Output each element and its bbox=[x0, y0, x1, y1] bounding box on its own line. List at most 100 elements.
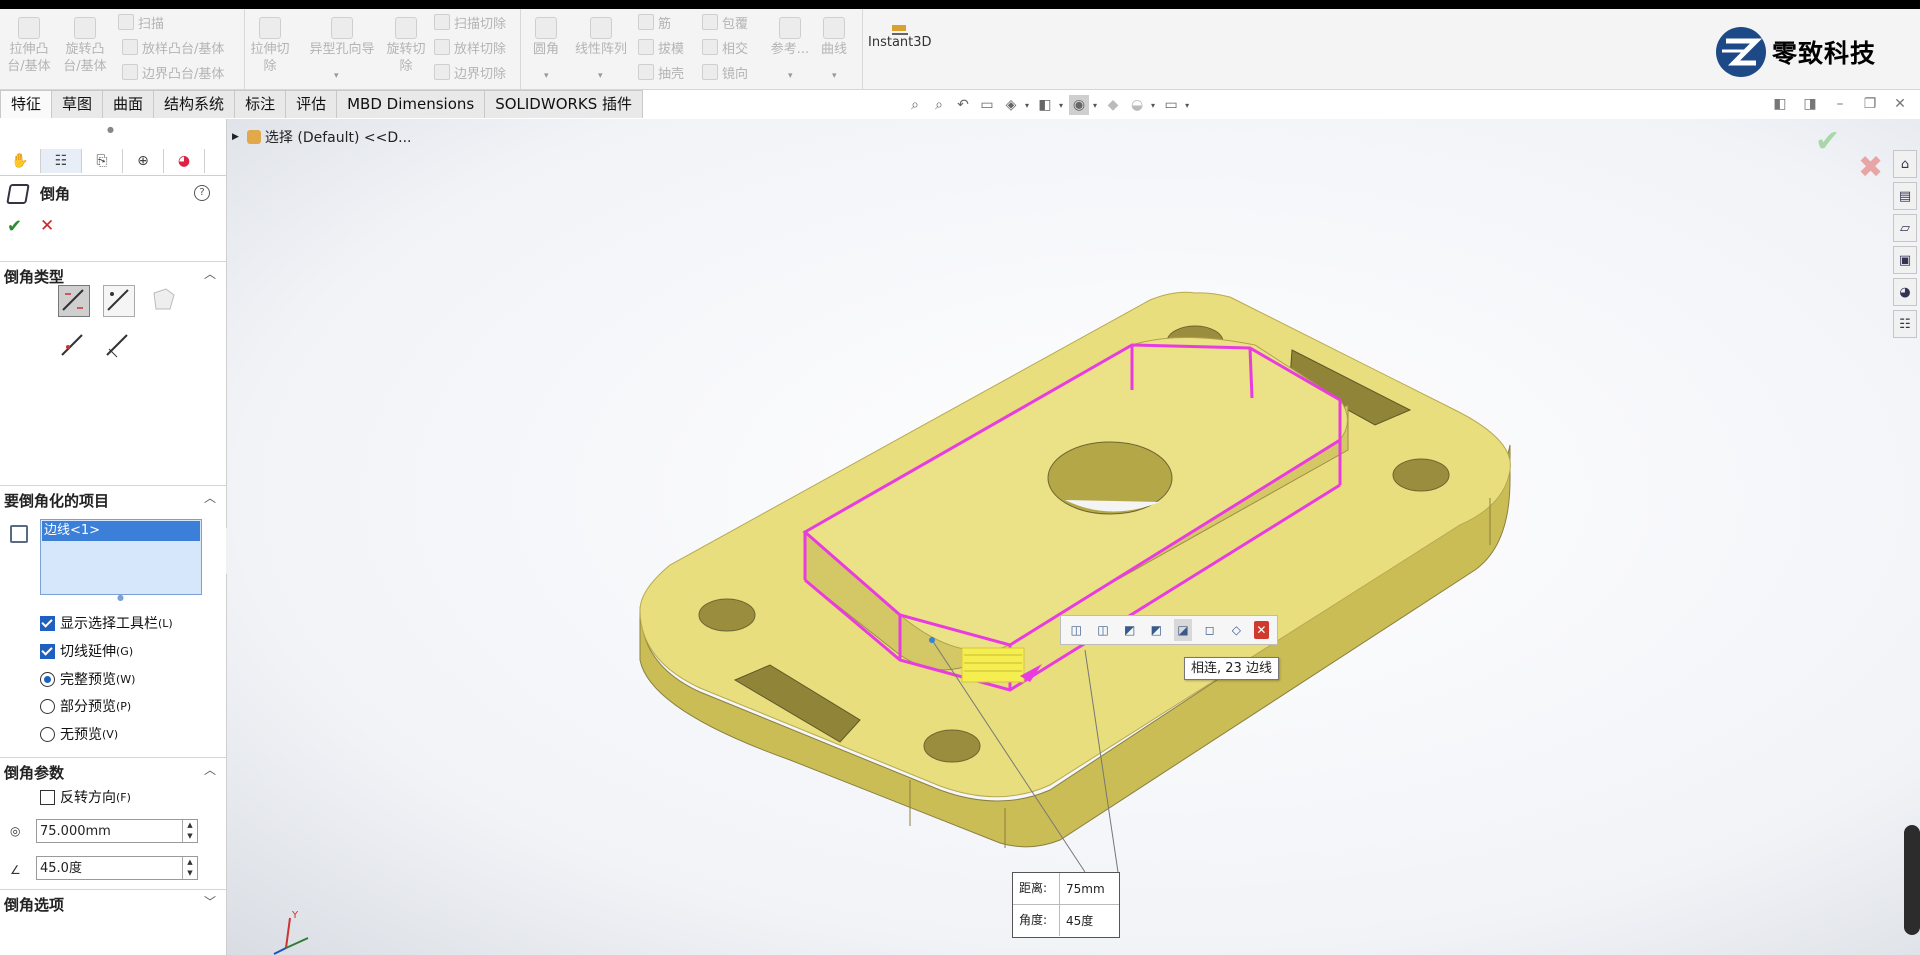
tab-structure-system[interactable]: 结构系统 bbox=[153, 90, 236, 118]
select-partial-loop-icon[interactable]: ◩ bbox=[1120, 619, 1139, 641]
no-preview-radio[interactable] bbox=[40, 726, 55, 742]
view-orientation-dropdown-icon[interactable]: ▾ bbox=[1025, 101, 1029, 110]
select-connected-icon[interactable]: ◪ bbox=[1173, 619, 1193, 641]
flip-direction-checkbox[interactable] bbox=[40, 789, 55, 805]
tab-mbd-dimensions[interactable]: MBD Dimensions bbox=[336, 90, 486, 118]
reference-dropdown-icon[interactable]: ▾ bbox=[788, 71, 793, 81]
pattern-dropdown-icon[interactable]: ▾ bbox=[598, 71, 603, 81]
help-icon[interactable]: ? bbox=[194, 185, 210, 201]
items-section-header[interactable]: 要倒角化的项目 ︿ bbox=[0, 485, 226, 510]
tab-features[interactable]: 特征 bbox=[0, 90, 53, 118]
chamfer-options-section-header[interactable]: 倒角选项 ﹀ bbox=[0, 889, 226, 914]
display-style-dropdown-icon[interactable]: ▾ bbox=[1059, 101, 1063, 110]
selected-items-list[interactable]: 边线<1> bbox=[40, 519, 202, 595]
callout-angle-value[interactable]: 45度 bbox=[1060, 912, 1093, 929]
vertex-type-button[interactable] bbox=[148, 285, 178, 315]
expand-arrow-icon[interactable]: ▶ bbox=[232, 132, 239, 142]
instant3d-label[interactable]: Instant3D bbox=[868, 35, 932, 50]
display-style-icon[interactable]: ◧ bbox=[1035, 95, 1055, 115]
chamfer-type-section-header[interactable]: 倒角类型 ︿ bbox=[0, 261, 226, 286]
configuration-manager-tab[interactable]: ⎘ bbox=[82, 149, 123, 173]
edit-appearance-icon[interactable]: ◆ bbox=[1103, 95, 1123, 115]
no-preview-option[interactable]: 无预览 (V) bbox=[40, 724, 118, 744]
zoom-to-area-icon[interactable]: ⌕ bbox=[929, 95, 949, 115]
boundary-boss-button[interactable]: 边界凸台/基体 bbox=[122, 60, 224, 84]
property-manager-tab[interactable]: ☷ bbox=[41, 149, 82, 173]
draft-button[interactable]: 拔模 bbox=[638, 35, 684, 59]
revolve-boss-button[interactable]: 旋转凸台/基体 bbox=[60, 13, 110, 75]
close-toolbar-icon[interactable]: ✕ bbox=[1253, 621, 1269, 639]
revolve-cut-button[interactable]: 旋转切除 bbox=[382, 13, 430, 75]
wrap-button[interactable]: 包覆 bbox=[702, 10, 748, 34]
mounting-hole[interactable] bbox=[698, 598, 756, 632]
minimize-icon[interactable]: – bbox=[1830, 96, 1850, 114]
list-resize-grip-icon[interactable]: ● bbox=[117, 593, 124, 602]
callout-distance-row[interactable]: 距离: 75mm bbox=[1013, 873, 1119, 904]
tab-evaluate[interactable]: 评估 bbox=[285, 90, 338, 118]
callout-angle-row[interactable]: 角度: 45度 bbox=[1013, 904, 1119, 936]
list-item[interactable]: 边线<1> bbox=[42, 521, 200, 541]
view-palette-icon[interactable]: ▣ bbox=[1893, 246, 1917, 274]
full-preview-radio[interactable] bbox=[40, 671, 55, 687]
hole-wizard-button[interactable]: 异型孔向导 bbox=[302, 13, 382, 58]
distance-distance-type-button[interactable] bbox=[103, 285, 135, 317]
extrude-boss-button[interactable]: 拉伸凸台/基体 bbox=[4, 13, 54, 75]
select-internal-icon[interactable]: ◻ bbox=[1200, 619, 1219, 641]
swept-cut-button[interactable]: 扫描切除 bbox=[434, 10, 506, 34]
full-preview-option[interactable]: 完整预览 (W) bbox=[40, 669, 135, 689]
chamfer-parameters-section-header[interactable]: 倒角参数 ︿ bbox=[0, 757, 226, 782]
dimxpert-manager-tab[interactable]: ⊕ bbox=[123, 149, 164, 173]
close-icon[interactable]: ✕ bbox=[1890, 96, 1910, 114]
loft-boss-button[interactable]: 放样凸台/基体 bbox=[122, 35, 224, 59]
show-toolbar-checkbox[interactable] bbox=[40, 615, 55, 631]
view-orientation-icon[interactable]: ◈ bbox=[1001, 95, 1021, 115]
angle-distance-type-button[interactable] bbox=[58, 285, 90, 317]
graphics-area[interactable]: ◫ ◫ ◩ ◩ ◪ ◻ ◇ ✕ 相连, 23 边线 距离: 75mm 角度: 45度… bbox=[227, 119, 1920, 955]
linear-pattern-button[interactable]: 线性阵列 bbox=[570, 13, 632, 58]
mounting-hole[interactable] bbox=[1392, 458, 1450, 492]
mounting-hole[interactable] bbox=[923, 729, 981, 763]
home-icon[interactable]: ⌂ bbox=[1893, 150, 1917, 178]
select-loop-icon[interactable]: ◫ bbox=[1067, 619, 1086, 641]
hide-show-items-icon[interactable]: ◉ bbox=[1069, 95, 1090, 115]
show-toolbar-option[interactable]: 显示选择工具栏 (L) bbox=[40, 613, 173, 633]
panel-grip-icon[interactable]: ● bbox=[107, 125, 114, 134]
shell-button[interactable]: 抽壳 bbox=[638, 60, 684, 84]
tab-sketch[interactable]: 草图 bbox=[51, 90, 104, 118]
tab-surfaces[interactable]: 曲面 bbox=[102, 90, 155, 118]
select-tangency-icon[interactable]: ◫ bbox=[1094, 619, 1113, 641]
distance-spinner[interactable]: ▲ ▼ bbox=[182, 820, 197, 842]
curves-dropdown-icon[interactable]: ▾ bbox=[832, 71, 837, 81]
dimension-callout[interactable]: 距离: 75mm 角度: 45度 bbox=[1012, 872, 1120, 938]
boundary-cut-button[interactable]: 边界切除 bbox=[434, 60, 506, 84]
view-settings-dropdown-icon[interactable]: ▾ bbox=[1185, 101, 1189, 110]
tangent-propagation-option[interactable]: 切线延伸 (G) bbox=[40, 641, 133, 661]
lofted-cut-button[interactable]: 放样切除 bbox=[434, 35, 506, 59]
section-view-icon[interactable]: ▭ bbox=[977, 95, 997, 115]
restore-icon[interactable]: ❐ bbox=[1860, 96, 1880, 114]
view-settings-icon[interactable]: ▭ bbox=[1161, 95, 1181, 115]
offset-face-type-button[interactable] bbox=[58, 331, 88, 361]
intersect-button[interactable]: 相交 bbox=[702, 35, 748, 59]
select-convex-icon[interactable]: ◩ bbox=[1147, 619, 1166, 641]
custom-properties-icon[interactable]: ☷ bbox=[1893, 310, 1917, 338]
scene-dropdown-icon[interactable]: ▾ bbox=[1151, 101, 1155, 110]
hide-show-dropdown-icon[interactable]: ▾ bbox=[1093, 101, 1097, 110]
callout-distance-value[interactable]: 75mm bbox=[1060, 882, 1105, 896]
rib-button[interactable]: 筋 bbox=[638, 10, 671, 34]
face-face-type-button[interactable] bbox=[103, 331, 133, 361]
tile-right-icon[interactable]: ◨ bbox=[1800, 96, 1820, 114]
tab-markup[interactable]: 标注 bbox=[234, 90, 287, 118]
design-library-icon[interactable]: ▤ bbox=[1893, 182, 1917, 210]
flyout-feature-tree[interactable]: ▶ 选择 (Default) <<D... bbox=[232, 127, 412, 147]
ok-button[interactable]: ✔ bbox=[7, 216, 22, 237]
apply-scene-icon[interactable]: ◒ bbox=[1127, 95, 1147, 115]
select-feature-icon[interactable]: ◇ bbox=[1227, 619, 1246, 641]
feature-manager-tab[interactable]: ✋ bbox=[0, 149, 41, 173]
file-explorer-icon[interactable]: ▱ bbox=[1893, 214, 1917, 242]
tile-left-icon[interactable]: ◧ bbox=[1770, 96, 1790, 114]
collapse-chevron-icon[interactable]: ︿ bbox=[204, 761, 216, 778]
angle-input[interactable]: 45.0度 ▲ ▼ bbox=[36, 856, 198, 880]
partial-preview-option[interactable]: 部分预览 (P) bbox=[40, 696, 131, 716]
angle-spinner[interactable]: ▲ ▼ bbox=[182, 857, 197, 879]
